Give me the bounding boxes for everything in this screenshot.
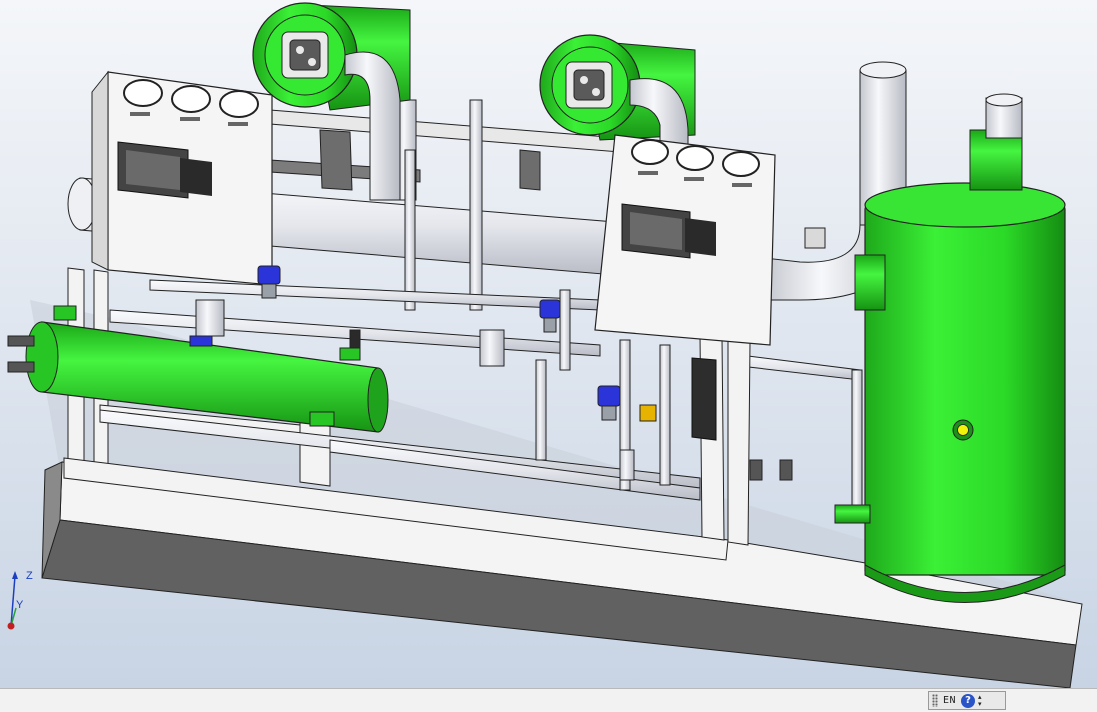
refrigeration-rack-model: [7, 2, 1083, 688]
sight-glass: [957, 424, 969, 436]
control-panel-left: [91, 70, 273, 286]
control-panel-right: [594, 134, 776, 346]
axis-y-label: Y: [16, 599, 24, 611]
heat-exchanger-plate: [691, 357, 717, 441]
cad-viewport[interactable]: Z Y: [0, 0, 1097, 688]
status-bar: EN ? ▴ ▾: [0, 688, 1097, 712]
help-icon[interactable]: ?: [961, 693, 976, 708]
arrow-down-icon: ▾: [978, 699, 982, 708]
options-arrow[interactable]: ▴ ▾: [978, 693, 982, 708]
language-bar[interactable]: EN ? ▴ ▾: [928, 691, 1006, 710]
axis-triad: Z Y: [7, 570, 33, 630]
axis-z-label: Z: [26, 570, 33, 582]
language-indicator[interactable]: EN: [941, 695, 958, 706]
grip-handle-icon[interactable]: [932, 694, 938, 707]
compressor-right: [539, 34, 696, 146]
